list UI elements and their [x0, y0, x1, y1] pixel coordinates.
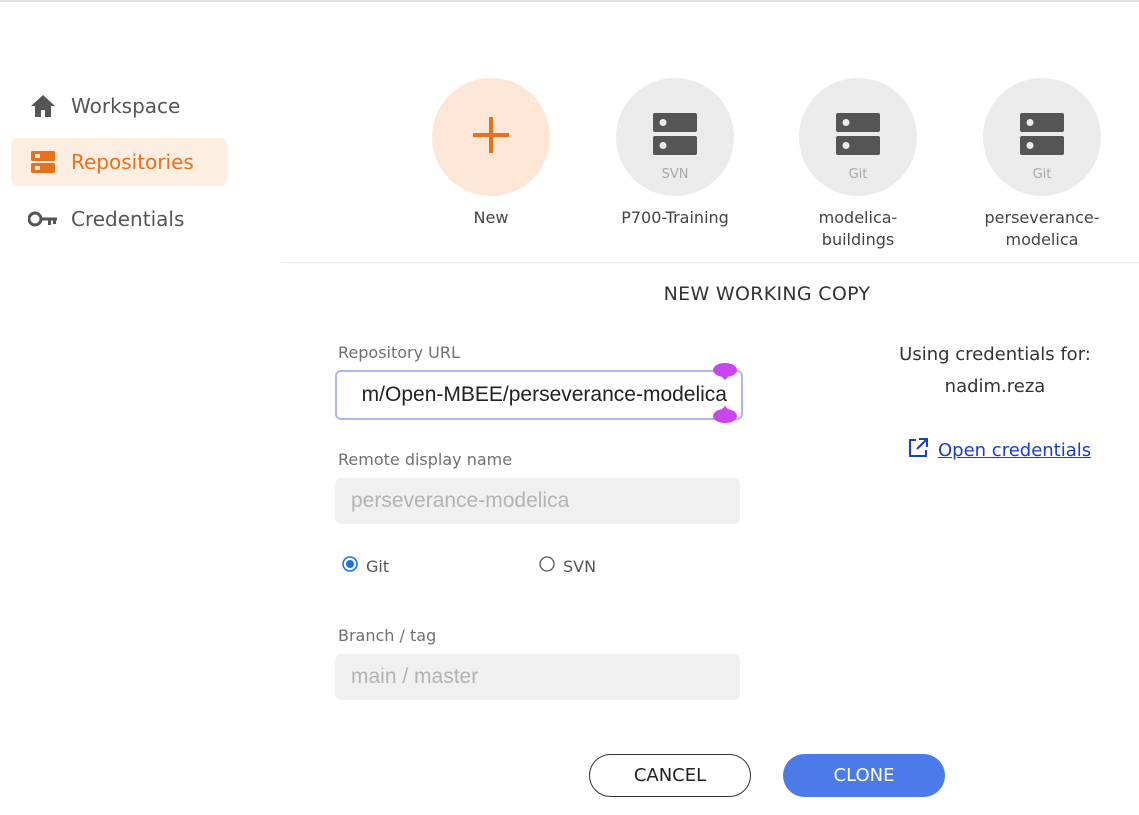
repo-tile-p700-training[interactable]: SVN P700-Training	[600, 78, 750, 229]
repo-circle: SVN	[616, 78, 734, 196]
section-divider	[281, 262, 1139, 263]
clone-button[interactable]: CLONE	[783, 754, 945, 797]
sidebar-item-label: Credentials	[71, 207, 185, 231]
radio-unchecked-icon[interactable]	[539, 556, 555, 577]
server-icon	[653, 113, 697, 160]
top-divider	[0, 0, 1139, 2]
sidebar-item-workspace[interactable]: Workspace	[11, 82, 227, 130]
radio-checked-icon[interactable]	[342, 556, 358, 577]
server-icon	[836, 113, 880, 160]
repo-circle: Git	[983, 78, 1101, 196]
server-icon	[1020, 113, 1064, 160]
radio-label: SVN	[563, 557, 597, 576]
radio-label: Git	[366, 557, 390, 576]
repo-type-label: SVN	[661, 167, 689, 182]
repo-tile-new[interactable]: New	[416, 78, 566, 229]
repo-type-label: Git	[1032, 167, 1052, 182]
repository-url-input[interactable]	[335, 370, 743, 420]
open-credentials-link[interactable]: Open credentials	[906, 436, 1091, 465]
repo-name: New	[473, 208, 509, 227]
remote-name-label: Remote display name	[338, 450, 513, 469]
branch-tag-label: Branch / tag	[338, 626, 437, 645]
repo-circle: Git	[799, 78, 917, 196]
remote-name-input[interactable]	[335, 478, 740, 524]
credentials-user: nadim.reza	[944, 376, 1046, 397]
repo-name: perseverance- modelica	[984, 208, 1100, 249]
vcs-radio-git[interactable]: Git	[342, 556, 389, 577]
repo-type-label: Git	[848, 167, 868, 182]
open-credentials-label: Open credentials	[938, 440, 1092, 461]
sidebar-item-label: Workspace	[71, 94, 181, 118]
form-title: NEW WORKING COPY	[663, 283, 871, 305]
branch-tag-input[interactable]	[335, 654, 740, 700]
plus-icon	[472, 116, 510, 159]
home-icon	[28, 94, 58, 118]
key-icon	[28, 210, 58, 228]
server-icon	[28, 150, 58, 174]
repo-tile-perseverance-modelica[interactable]: Git perseverance- modelica	[967, 78, 1117, 251]
repo-name: P700-Training	[621, 208, 729, 227]
external-link-icon	[906, 436, 930, 465]
repo-tile-modelica-buildings[interactable]: Git modelica-buildings	[783, 78, 933, 251]
selection-start-handle[interactable]	[712, 362, 738, 380]
sidebar-item-repositories[interactable]: Repositories	[11, 138, 227, 186]
repo-name: modelica-buildings	[818, 208, 898, 249]
new-repo-circle	[432, 78, 550, 196]
selection-end-handle[interactable]	[712, 406, 738, 424]
sidebar-item-label: Repositories	[71, 150, 194, 174]
vcs-radio-svn[interactable]: SVN	[539, 556, 596, 577]
credentials-info-text: Using credentials for:	[899, 344, 1091, 365]
sidebar-item-credentials[interactable]: Credentials	[11, 195, 227, 243]
cancel-button[interactable]: CANCEL	[589, 754, 751, 797]
repository-url-label: Repository URL	[338, 343, 460, 362]
